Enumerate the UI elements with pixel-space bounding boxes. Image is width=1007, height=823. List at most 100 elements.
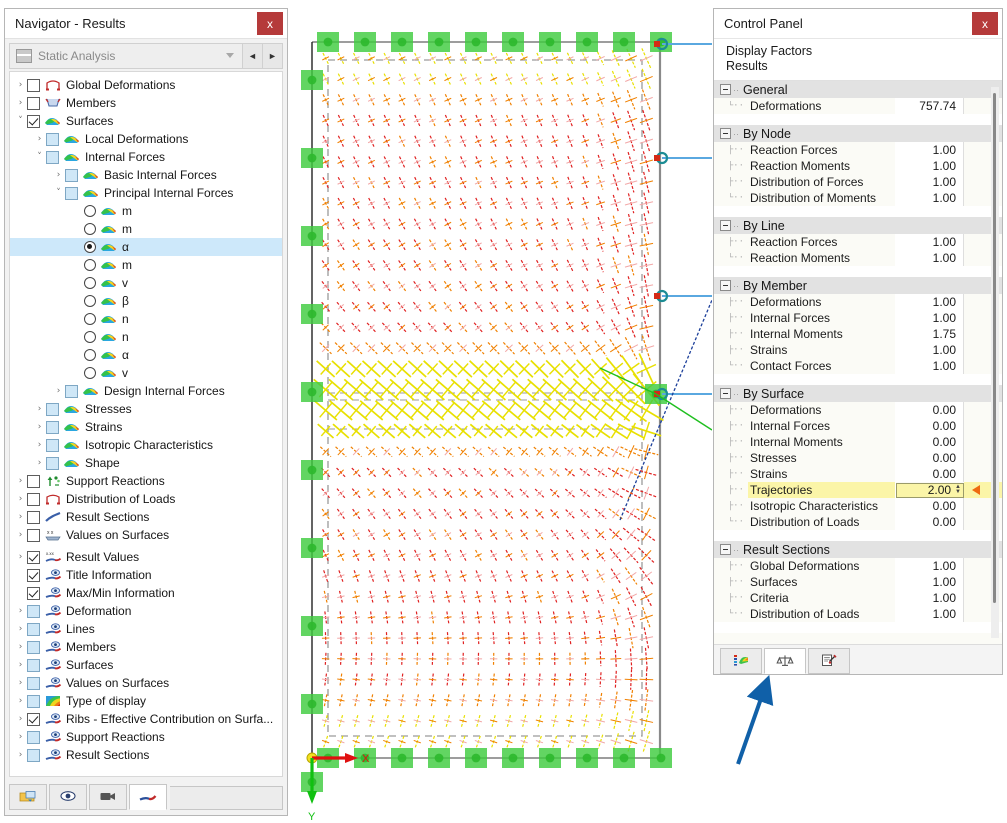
display-factor-row[interactable]: ├·· Global Deformations 1.00 — [714, 558, 1002, 574]
collapse-icon[interactable] — [720, 220, 731, 231]
tree-row[interactable]: › Surfaces — [10, 656, 282, 674]
tree-row[interactable]: ›Max/Min Information — [10, 584, 282, 602]
chevron-right-icon[interactable]: › — [14, 674, 27, 692]
control-panel-group-header[interactable]: ·· General — [714, 81, 1002, 98]
tree-row[interactable]: ˅ Principal Internal Forces — [10, 184, 282, 202]
tree-checkbox[interactable] — [27, 493, 40, 506]
display-factor-row[interactable]: ├·· Distribution of Forces 1.00 — [714, 174, 1002, 190]
factor-value[interactable]: 1.00 — [896, 558, 964, 574]
model-viewport[interactable]: YX — [292, 0, 712, 823]
factor-value[interactable]: 1.00 — [896, 574, 964, 590]
tree-row[interactable]: › Result Sections — [10, 508, 282, 526]
collapse-icon[interactable] — [720, 280, 731, 291]
tree-checkbox[interactable] — [27, 659, 40, 672]
tree-checkbox[interactable] — [27, 97, 40, 110]
chevron-right-icon[interactable]: › — [14, 566, 27, 584]
tree-checkbox[interactable] — [46, 439, 59, 452]
factor-value[interactable]: 1.75 — [896, 326, 964, 342]
results-tree[interactable]: › Global Deformations › Members ˅ Surfaces › Lo… — [9, 71, 283, 777]
control-panel-group-header[interactable]: ·· By Line — [714, 217, 1002, 234]
tree-row[interactable]: › Result Sections — [10, 746, 282, 764]
chevron-right-icon[interactable]: › — [14, 508, 27, 526]
display-factor-row[interactable]: ├·· Reaction Forces 1.00 — [714, 234, 1002, 250]
chevron-right-icon[interactable]: › — [33, 418, 46, 436]
chevron-right-icon[interactable]: › — [14, 584, 27, 602]
tree-checkbox[interactable] — [27, 475, 40, 488]
next-case-button[interactable]: ► — [263, 43, 283, 69]
chevron-right-icon[interactable]: › — [71, 238, 84, 256]
spinner-arrows[interactable]: ▲ ▼ — [955, 485, 961, 495]
display-factor-row[interactable]: ├·· Criteria 1.00 — [714, 590, 1002, 606]
tree-row[interactable]: › x.xx Result Values — [10, 548, 282, 566]
chevron-right-icon[interactable]: › — [14, 638, 27, 656]
display-factor-row[interactable]: ├·· Reaction Forces 1.00 — [714, 142, 1002, 158]
tree-checkbox[interactable] — [27, 623, 40, 636]
factor-value-spinner[interactable]: 2.00 ▲ ▼ — [896, 483, 964, 498]
tree-row[interactable]: ›α — [10, 238, 282, 256]
tree-row[interactable]: ›v — [10, 274, 282, 292]
analysis-type-combobox[interactable]: Static Analysis — [9, 43, 243, 69]
tree-row[interactable]: ˅ Surfaces — [10, 112, 282, 130]
tree-radio-button[interactable] — [84, 313, 96, 325]
color-scale-tab[interactable] — [720, 648, 762, 674]
tree-radio-button[interactable] — [84, 331, 96, 343]
collapse-icon[interactable] — [720, 388, 731, 399]
tree-radio-button[interactable] — [84, 205, 96, 217]
tree-radio-button[interactable] — [84, 349, 96, 361]
factor-value[interactable]: 1.00 — [896, 358, 964, 374]
factor-value[interactable]: 0.00 — [896, 466, 964, 482]
tree-row[interactable]: › Values on Surfaces — [10, 674, 282, 692]
tree-checkbox[interactable] — [27, 551, 40, 564]
tree-row[interactable]: ›n — [10, 328, 282, 346]
chevron-right-icon[interactable]: › — [52, 382, 65, 400]
display-factor-row[interactable]: ├·· Internal Moments 0.00 — [714, 434, 1002, 450]
chevron-right-icon[interactable]: › — [33, 130, 46, 148]
display-factors-tab[interactable] — [764, 648, 806, 674]
tree-row[interactable]: › Isotropic Characteristics — [10, 436, 282, 454]
tree-row[interactable]: ›v — [10, 364, 282, 382]
tree-checkbox[interactable] — [27, 529, 40, 542]
chevron-right-icon[interactable]: › — [14, 526, 27, 544]
tree-row[interactable]: › Members — [10, 94, 282, 112]
chevron-right-icon[interactable]: › — [14, 746, 27, 764]
tree-checkbox[interactable] — [27, 79, 40, 92]
display-factor-row[interactable]: └·· Contact Forces 1.00 — [714, 358, 1002, 374]
display-factor-row[interactable]: └·· Distribution of Loads 1.00 — [714, 606, 1002, 622]
tree-checkbox[interactable] — [27, 695, 40, 708]
chevron-right-icon[interactable]: › — [14, 620, 27, 638]
chevron-right-icon[interactable]: › — [14, 94, 27, 112]
tree-checkbox[interactable] — [27, 731, 40, 744]
display-factor-row[interactable]: ├·· Strains 1.00 — [714, 342, 1002, 358]
tree-row[interactable]: › Design Internal Forces — [10, 382, 282, 400]
control-panel-group-header[interactable]: ·· By Node — [714, 125, 1002, 142]
tree-checkbox[interactable] — [46, 133, 59, 146]
display-factor-row[interactable]: ├·· Surfaces 1.00 — [714, 574, 1002, 590]
control-panel-group-header[interactable]: ·· By Member — [714, 277, 1002, 294]
collapse-icon[interactable] — [720, 84, 731, 95]
factor-value[interactable]: 757.74 — [896, 98, 964, 114]
factor-value[interactable]: 1.00 — [896, 158, 964, 174]
tree-row[interactable]: › Support Reactions — [10, 728, 282, 746]
factor-value[interactable]: 0.00 — [896, 434, 964, 450]
chevron-right-icon[interactable]: › — [71, 310, 84, 328]
tree-checkbox[interactable] — [27, 569, 40, 582]
factor-value[interactable]: 1.00 — [896, 250, 964, 266]
factor-value[interactable]: 0.00 — [896, 402, 964, 418]
chevron-right-icon[interactable]: › — [14, 76, 27, 94]
tree-row[interactable]: ›m — [10, 202, 282, 220]
tree-row[interactable]: › Ribs - Effective Contribution on Surfa.… — [10, 710, 282, 728]
chevron-right-icon[interactable]: › — [71, 256, 84, 274]
views-navigator-tab[interactable] — [89, 784, 127, 810]
chevron-right-icon[interactable]: › — [14, 472, 27, 490]
control-panel-group-header[interactable]: ·· By Surface — [714, 385, 1002, 402]
tree-checkbox[interactable] — [46, 457, 59, 470]
tree-row[interactable]: ˅ Internal Forces — [10, 148, 282, 166]
filter-tab[interactable] — [808, 648, 850, 674]
tree-checkbox[interactable] — [65, 187, 78, 200]
tree-radio-button[interactable] — [84, 241, 96, 253]
chevron-right-icon[interactable]: › — [71, 328, 84, 346]
display-factor-row[interactable]: └·· Deformations 757.74 — [714, 98, 1002, 114]
tree-row[interactable]: › Basic Internal Forces — [10, 166, 282, 184]
tree-row[interactable]: ›Title Information — [10, 566, 282, 584]
chevron-right-icon[interactable]: › — [14, 656, 27, 674]
